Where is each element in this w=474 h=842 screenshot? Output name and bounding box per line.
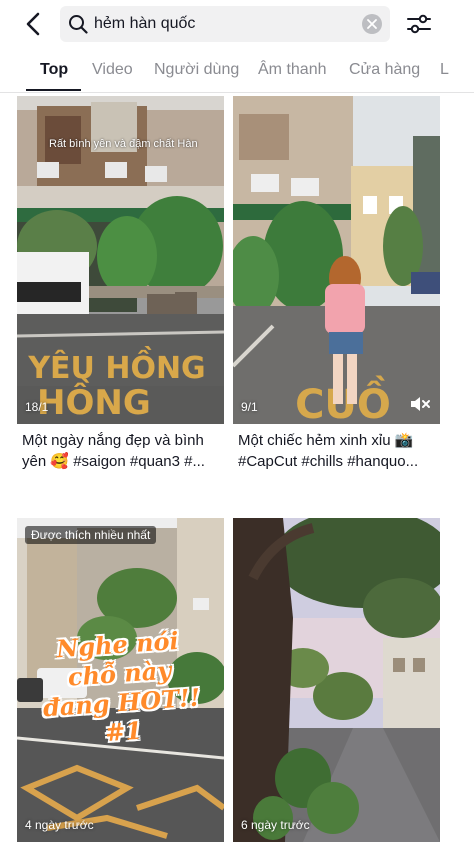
thumbnail-image: [233, 518, 440, 842]
tab-top[interactable]: Top: [40, 60, 68, 80]
most-liked-badge: Được thích nhiều nhất: [25, 526, 157, 544]
video-thumbnail[interactable]: YÊU HỒNG HỒNG Rất bình yên và đậm chất H…: [17, 96, 224, 424]
video-count: 9/1: [241, 400, 258, 414]
video-thumbnail[interactable]: 6 ngày trước: [233, 518, 440, 842]
tab-shop[interactable]: Cửa hàng: [349, 60, 420, 80]
video-thumbnail[interactable]: CUỒ 9/1: [233, 96, 440, 424]
svg-text:HỒNG: HỒNG: [37, 378, 151, 423]
video-caption[interactable]: Một chiếc hẻm xinh xỉu 📸 #CapCut #chills…: [238, 430, 438, 472]
search-icon: [68, 14, 88, 34]
road-marking-text: YÊU HỒNG: [27, 345, 205, 386]
tab-users[interactable]: Người dùng: [154, 60, 239, 80]
search-input[interactable]: hẻm hàn quốc: [94, 14, 195, 34]
video-overlay-text: Rất bình yên và đậm chất Hàn: [49, 138, 198, 150]
tab-video[interactable]: Video: [92, 60, 133, 80]
search-tabs: Top Video Người dùng Âm thanh Cửa hàng L: [0, 52, 474, 93]
overlay-headline: Nghe nói chỗ này đang HOT!! #1: [41, 625, 202, 748]
video-time: 6 ngày trước: [241, 818, 310, 832]
thumbnail-image: CUỒ: [233, 96, 440, 424]
back-arrow-icon[interactable]: [20, 10, 48, 38]
active-tab-indicator: [26, 89, 81, 91]
video-thumbnail[interactable]: Được thích nhiều nhất Nghe nói chỗ này đ…: [17, 518, 224, 842]
clear-search-icon[interactable]: [362, 14, 382, 34]
top-bar: hẻm hàn quốc: [0, 0, 474, 48]
tab-live[interactable]: L: [440, 60, 449, 80]
mute-icon[interactable]: [408, 392, 432, 416]
video-time: 4 ngày trước: [25, 818, 94, 832]
video-caption[interactable]: Một ngày nắng đẹp và bình yên 🥰 #saigon …: [22, 430, 222, 472]
tab-sounds[interactable]: Âm thanh: [258, 60, 326, 80]
search-bar[interactable]: hẻm hàn quốc: [60, 6, 390, 42]
video-count: 18/1: [25, 400, 49, 414]
filter-sliders-icon[interactable]: [405, 10, 433, 38]
